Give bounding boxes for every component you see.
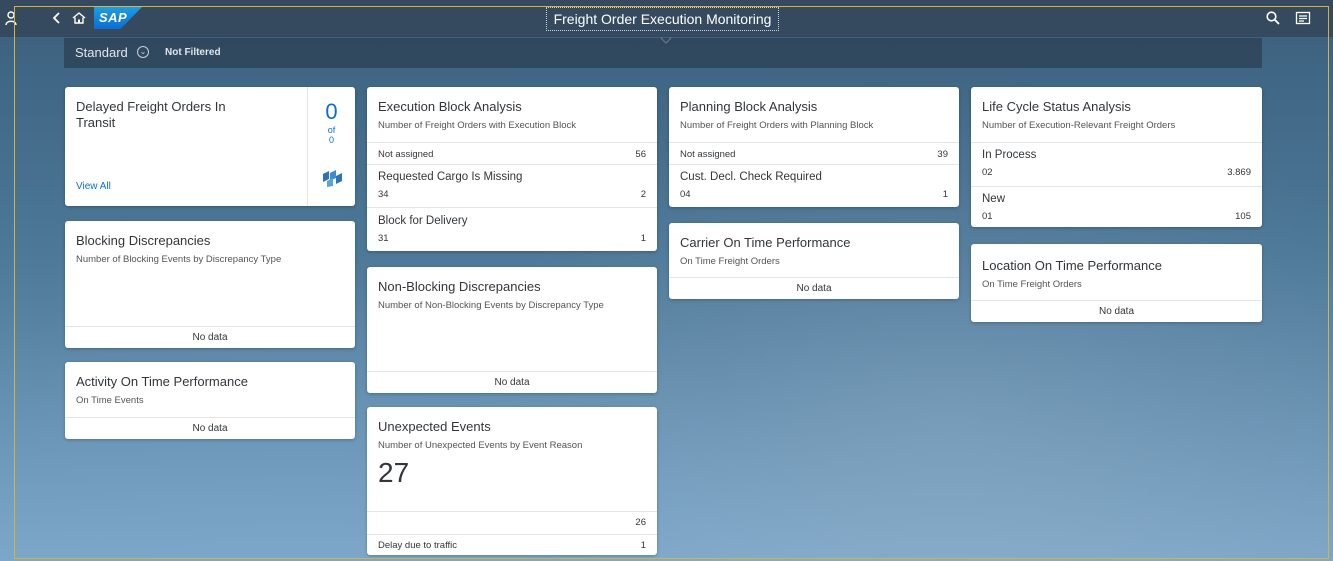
kpi-count: 0 xyxy=(325,99,338,124)
list-item-value: 26 xyxy=(635,517,646,528)
list-item-value: 1 xyxy=(640,233,646,244)
list-item-label: New xyxy=(982,193,1006,205)
divider xyxy=(65,417,355,418)
card-subtitle: On Time Events xyxy=(76,395,144,406)
notifications-menu-icon[interactable] xyxy=(1294,9,1312,27)
list-item-label: Delay due to traffic xyxy=(378,540,458,551)
back-icon[interactable] xyxy=(48,9,66,27)
card-title: Activity On Time Performance xyxy=(76,374,248,389)
sap-logo[interactable]: SAP xyxy=(94,7,142,29)
list-item-code: 34 xyxy=(378,189,389,200)
divider xyxy=(367,142,657,143)
divider xyxy=(367,207,657,208)
divider xyxy=(367,511,657,512)
divider xyxy=(367,371,657,372)
divider xyxy=(971,186,1262,187)
divider xyxy=(669,277,959,278)
card-title: Delayed Freight Orders In Transit xyxy=(76,99,226,130)
card-subtitle: Number of Blocking Events by Discrepancy… xyxy=(76,254,282,265)
smart-filter-bar: Standard ⌄ Not Filtered xyxy=(64,38,1262,68)
list-item-value: 105 xyxy=(1235,211,1251,222)
list-item-label: In Process xyxy=(982,149,1037,161)
card-carrier-on-time[interactable]: Carrier On Time Performance On Time Frei… xyxy=(669,223,959,299)
list-item-value: 1 xyxy=(640,540,646,551)
list-item-label: Not assigned xyxy=(378,149,434,160)
card-title: Planning Block Analysis xyxy=(680,99,818,114)
card-title: Blocking Discrepancies xyxy=(76,233,211,248)
shell-bar: SAP Freight Order Execution Monitoring xyxy=(0,0,1333,44)
user-icon[interactable] xyxy=(2,9,20,27)
freight-cubes-icon xyxy=(321,167,343,187)
list-item-value: 39 xyxy=(937,149,948,160)
card-unexpected-events[interactable]: Unexpected Events Number of Unexpected E… xyxy=(367,407,657,555)
list-item-value: 1 xyxy=(942,189,948,200)
filter-status: Not Filtered xyxy=(165,47,221,58)
card-execution-block-analysis[interactable]: Execution Block Analysis Number of Freig… xyxy=(367,87,657,251)
divider xyxy=(971,300,1262,301)
card-title: Carrier On Time Performance xyxy=(680,235,851,250)
card-subtitle: Number of Execution-Relevant Freight Ord… xyxy=(982,120,1176,131)
card-blocking-discrepancies[interactable]: Blocking Discrepancies Number of Blockin… xyxy=(65,221,355,348)
variant-chevron-icon[interactable]: ⌄ xyxy=(137,46,149,58)
card-delayed-freight-orders[interactable]: Delayed Freight Orders In Transit 0 of 0… xyxy=(65,87,355,206)
card-life-cycle-status-analysis[interactable]: Life Cycle Status Analysis Number of Exe… xyxy=(971,87,1262,227)
card-subtitle: Number of Freight Orders with Planning B… xyxy=(680,120,874,131)
no-data-text: No data xyxy=(192,423,228,434)
divider xyxy=(669,142,959,143)
list-item-label: Cust. Decl. Check Required xyxy=(680,171,822,183)
card-activity-on-time[interactable]: Activity On Time Performance On Time Eve… xyxy=(65,362,355,439)
card-title: Non-Blocking Discrepancies xyxy=(378,279,541,294)
list-item-value: 56 xyxy=(635,149,646,160)
card-subtitle: On Time Freight Orders xyxy=(680,256,780,267)
divider xyxy=(971,142,1262,143)
list-item-code: 31 xyxy=(378,233,389,244)
search-icon[interactable] xyxy=(1264,9,1282,27)
list-item-value: 3.869 xyxy=(1227,167,1251,178)
card-title: Unexpected Events xyxy=(378,419,491,434)
card-title: Execution Block Analysis xyxy=(378,99,522,114)
no-data-text: No data xyxy=(1098,306,1135,317)
card-subtitle: Number of Non-Blocking Events by Discrep… xyxy=(378,300,604,311)
card-subtitle: On Time Freight Orders xyxy=(982,279,1082,290)
divider xyxy=(367,164,657,165)
card-location-on-time[interactable]: Location On Time Performance On Time Fre… xyxy=(971,244,1262,322)
variant-name[interactable]: Standard xyxy=(75,45,128,60)
card-subtitle: Number of Freight Orders with Execution … xyxy=(378,120,576,131)
view-all-link[interactable]: View All xyxy=(76,181,111,192)
app-title: Freight Order Execution Monitoring xyxy=(553,11,772,27)
no-data-text: No data xyxy=(796,283,832,294)
no-data-text: No data xyxy=(494,377,530,388)
card-subtitle: Number of Unexpected Events by Event Rea… xyxy=(378,440,583,451)
list-item-label: Block for Delivery xyxy=(378,215,468,227)
list-item-code: 02 xyxy=(982,167,993,178)
card-planning-block-analysis[interactable]: Planning Block Analysis Number of Freigh… xyxy=(669,87,959,207)
list-item-label: Requested Cargo Is Missing xyxy=(378,171,523,183)
card-title: Life Cycle Status Analysis xyxy=(982,99,1131,114)
divider xyxy=(669,164,959,165)
list-item-code: 04 xyxy=(680,189,691,200)
list-item-label: Not assigned xyxy=(680,149,736,160)
list-item-code: 01 xyxy=(982,211,993,222)
divider xyxy=(367,534,657,535)
kpi-of-label: of xyxy=(327,125,336,135)
app-title-menu[interactable]: Freight Order Execution Monitoring xyxy=(546,7,779,44)
divider xyxy=(65,326,355,327)
no-data-text: No data xyxy=(192,332,228,343)
kpi-value: 27 xyxy=(378,457,410,488)
kpi-total: 0 xyxy=(328,135,334,145)
home-icon[interactable] xyxy=(70,9,88,27)
card-title: Location On Time Performance xyxy=(982,258,1162,273)
card-non-blocking-discrepancies[interactable]: Non-Blocking Discrepancies Number of Non… xyxy=(367,267,657,393)
list-item-value: 2 xyxy=(640,189,646,200)
